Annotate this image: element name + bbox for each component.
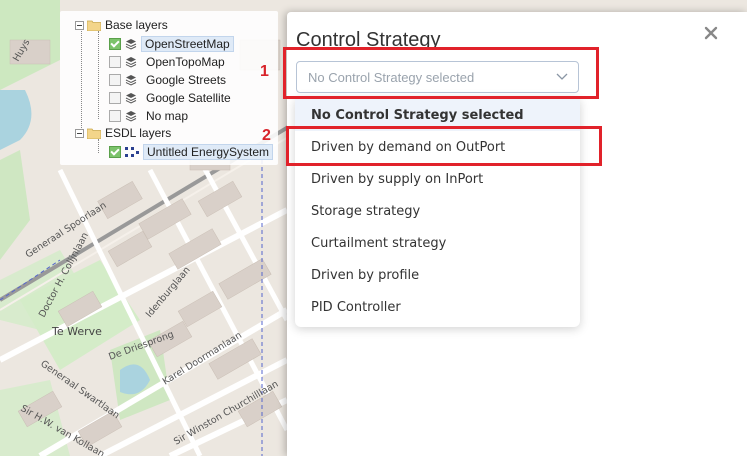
checkbox[interactable] <box>109 92 121 104</box>
close-icon[interactable] <box>703 25 719 41</box>
layers-icon <box>125 75 137 86</box>
tree-item-label: OpenStreetMap <box>141 36 234 52</box>
tree-item-no-map[interactable]: No map <box>109 107 193 125</box>
tree-item-label: Google Streets <box>146 73 227 87</box>
annotation-box-2 <box>286 126 602 166</box>
option-driven-by-profile[interactable]: Driven by profile <box>295 259 580 291</box>
checkbox[interactable] <box>109 38 121 50</box>
annotation-number-2: 2 <box>262 127 271 144</box>
collapse-icon[interactable] <box>75 20 84 30</box>
layers-icon <box>125 93 137 104</box>
tree-item-google-satellite[interactable]: Google Satellite <box>109 89 236 107</box>
checkbox[interactable] <box>109 146 121 158</box>
collapse-icon[interactable] <box>75 128 84 138</box>
tree-item-label: No map <box>146 109 189 123</box>
tree-item-google-streets[interactable]: Google Streets <box>109 71 231 89</box>
layer-tree-panel: Base layers OpenStreetMap OpenTopoMap Go… <box>60 11 278 165</box>
option-pid-controller[interactable]: PID Controller <box>295 291 580 323</box>
layers-icon <box>125 57 137 68</box>
tree-item-label: Untitled EnergySystem <box>143 144 274 160</box>
checkbox[interactable] <box>109 74 121 86</box>
tree-group-label: ESDL layers <box>105 126 172 140</box>
checkbox[interactable] <box>109 110 121 122</box>
annotation-box-1 <box>283 47 599 99</box>
annotation-number-1: 1 <box>260 63 269 80</box>
tree-item-openstreetmap[interactable]: OpenStreetMap <box>109 35 234 53</box>
tree-line <box>98 31 99 119</box>
layers-icon <box>125 39 137 50</box>
tree-item-label: Google Satellite <box>146 91 231 105</box>
map-label-te-werve: Te Werve <box>51 325 102 338</box>
folder-icon <box>87 20 101 31</box>
checkbox[interactable] <box>109 56 121 68</box>
tree-group-base-layers[interactable]: Base layers <box>75 16 168 34</box>
folder-icon <box>87 128 101 139</box>
tree-line <box>81 31 82 134</box>
tree-group-label: Base layers <box>105 18 168 32</box>
tree-item-untitled-energysystem[interactable]: Untitled EnergySystem <box>109 143 274 161</box>
option-storage-strategy[interactable]: Storage strategy <box>295 195 580 227</box>
tree-item-opentopomap[interactable]: OpenTopoMap <box>109 53 230 71</box>
option-curtailment-strategy[interactable]: Curtailment strategy <box>295 227 580 259</box>
tree-group-esdl-layers[interactable]: ESDL layers <box>75 124 171 142</box>
option-driven-by-supply[interactable]: Driven by supply on InPort <box>295 163 580 195</box>
tree-item-label: OpenTopoMap <box>146 55 225 69</box>
network-icon <box>125 147 139 157</box>
layers-icon <box>125 111 137 122</box>
